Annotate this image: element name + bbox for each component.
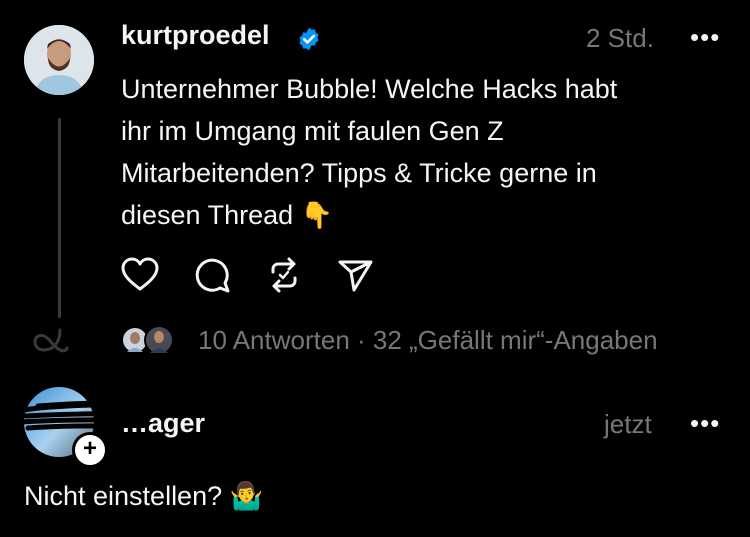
thread-loop-icon [33,328,69,353]
comment-icon[interactable] [192,255,232,295]
reply-timestamp: jetzt [604,409,652,439]
post-text-last-line: diesen Thread [121,200,294,230]
reply-more-options-icon[interactable]: ••• [690,408,720,439]
post-text-line: ihr im Umgang mit faulen Gen Z [121,116,504,146]
post-text-line: Mitarbeitenden? Tipps & Tricke gerne in [121,158,597,188]
thread-line [58,118,61,318]
author-avatar[interactable] [24,25,94,95]
post-text-line: Unternehmer Bubble! Welche Hacks habt [121,74,618,104]
post-text: Unternehmer Bubble! Welche Hacks habt ih… [121,68,721,236]
shrug-emoji: 🤷‍♂️ [229,481,264,511]
post-timestamp: 2 Std. [586,23,654,53]
repost-icon[interactable] [264,255,304,295]
more-options-icon[interactable]: ••• [690,22,720,53]
reply-avatars [121,325,174,355]
pointing-down-emoji: 👇 [300,200,334,230]
reply-username[interactable]: …ager [121,408,205,439]
verified-badge-icon [299,27,319,51]
author-username[interactable]: kurtproedel [121,20,270,51]
post-stats[interactable]: 10 Antworten · 32 „Gefällt mir“-Angaben [198,325,658,356]
heart-icon[interactable] [120,255,160,295]
post-text-line: diesen Thread 👇 [121,194,721,236]
share-icon[interactable] [336,255,376,295]
reply-text-content: Nicht einstellen? [24,481,223,511]
person-avatar-image [24,25,94,95]
reply-text: Nicht einstellen? 🤷‍♂️ [24,480,263,512]
follow-plus-button[interactable]: + [72,432,108,468]
